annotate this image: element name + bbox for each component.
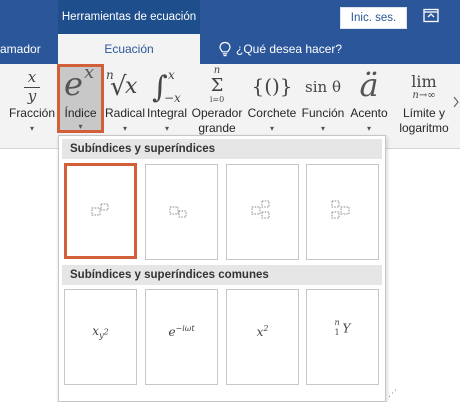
common-script-left-indexed-y[interactable]: n 1 Y [306,289,379,385]
chevron-down-icon: ▾ [122,124,127,133]
limit-log-button[interactable]: lim n→∞ Límite y logaritmo [398,64,450,148]
chevron-down-icon: ▾ [269,124,274,133]
chevron-down-icon: ▾ [366,124,371,133]
bracket-label: Corchete [247,106,297,120]
subscript-template[interactable] [145,164,218,260]
subscript-template-icon [169,206,187,218]
section-header-common-scripts: Subíndices y superíndices comunes [62,265,382,285]
accent-icon: ä [359,66,379,104]
sign-in-button[interactable]: Inic. ses. [340,7,407,29]
chevron-down-icon: ▾ [29,124,34,133]
common-script-x-sub-y-squared[interactable]: xy2 [64,289,137,385]
context-tab-equation-tools[interactable]: Herramientas de ecuación [58,0,200,34]
tab-equation[interactable]: Ecuación [58,34,200,64]
fraction-label: Fracción [8,106,55,120]
left-subscript-superscript-template-icon [331,200,350,219]
ribbon-display-options-icon[interactable] [422,8,440,23]
subscript-superscript-template[interactable] [226,164,299,260]
script-icon: e x [64,62,95,103]
fraction-button[interactable]: x y Fracción ▾ [9,64,55,148]
function-icon: sin θ [305,78,341,96]
common-script-x-squared[interactable]: x2 [226,289,299,385]
bracket-icon: {()} [251,74,293,98]
superscript-template-icon [91,203,109,216]
tell-me-text: ¿Qué desea hacer? [236,42,343,56]
chevron-down-icon: ▾ [164,124,169,133]
tab-programador[interactable]: amador [0,34,41,64]
section-header-scripts: Subíndices y superíndices [62,139,382,159]
superscript-template[interactable] [64,163,137,259]
accent-label: Acento [350,106,388,120]
limit-log-icon: lim n→∞ [411,72,437,101]
subscript-superscript-template-icon [251,200,270,219]
integral-icon: ∫ x −x [152,68,181,105]
chevron-down-icon: ▾ [320,124,325,133]
lightbulb-icon [219,41,231,57]
common-script-e-power[interactable]: e−iωt [145,289,218,385]
radical-icon: n √ x [106,68,138,102]
chevron-down-icon: ▾ [78,122,83,131]
large-operator-icon: n Σ i=0 [209,65,225,104]
left-subscript-superscript-template[interactable] [306,164,379,260]
script-button[interactable]: e x Índice ▾ [57,62,104,133]
resize-grip-icon[interactable]: ⋰ [388,388,397,399]
fraction-icon: x y [10,68,54,106]
limit-log-label: Límite y logaritmo [399,106,449,135]
large-operator-label: Operador grande [191,106,243,135]
